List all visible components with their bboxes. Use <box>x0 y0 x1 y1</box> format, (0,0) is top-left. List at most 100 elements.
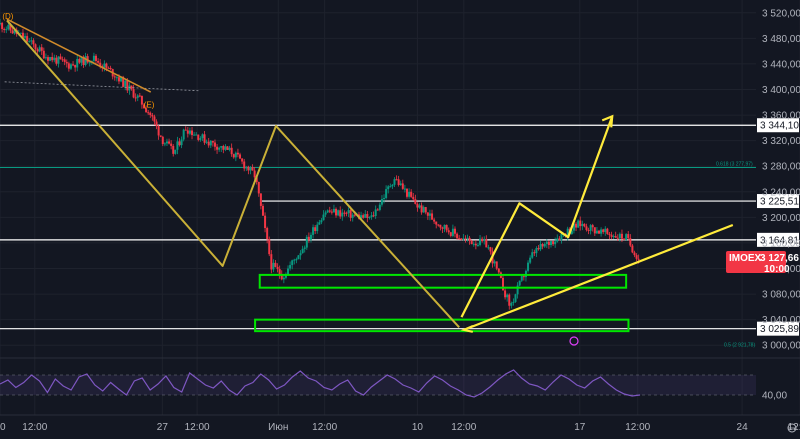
candle-body-126 <box>261 205 264 216</box>
candle-body-158 <box>328 210 331 212</box>
x-tick-9: 12:00 <box>625 422 650 433</box>
candle-body-15 <box>30 40 33 42</box>
candle-body-113 <box>234 152 237 158</box>
candle-body-122 <box>253 170 256 178</box>
candle-body-206 <box>428 213 431 216</box>
candle-body-298 <box>620 233 623 239</box>
candle-body-136 <box>282 277 285 280</box>
candle-body-19 <box>38 47 41 52</box>
candle-body-64 <box>132 89 135 98</box>
candle-body-299 <box>623 238 626 240</box>
candle-body-294 <box>612 236 615 238</box>
candle-body-263 <box>547 241 550 246</box>
candle-body-38 <box>78 58 81 63</box>
x-tick-8: 17 <box>574 422 586 433</box>
candle-body-88 <box>182 129 185 140</box>
candle-body-177 <box>368 216 371 218</box>
candle-body-286 <box>595 230 598 234</box>
candle-body-25 <box>51 56 54 61</box>
candle-body-182 <box>378 204 381 210</box>
candle-body-223 <box>464 238 467 240</box>
candle-body-168 <box>349 210 352 218</box>
candle-body-202 <box>420 205 423 213</box>
fib-label-0: 0.618 (3 277,97) <box>716 162 753 168</box>
candle-body-280 <box>583 223 586 227</box>
y-tick-7: 3 240,00 <box>762 187 800 198</box>
candle-body-131 <box>272 262 275 270</box>
candle-body-245 <box>510 303 513 306</box>
candle-body-239 <box>497 268 500 273</box>
candle-body-144 <box>299 253 302 256</box>
candle-body-194 <box>403 188 406 190</box>
candle-body-282 <box>587 229 590 231</box>
candle-body-35 <box>72 64 75 66</box>
candle-body-24 <box>49 56 52 61</box>
candle-body-91 <box>188 130 191 134</box>
candle-body-121 <box>251 166 254 171</box>
candle-body-284 <box>591 225 594 228</box>
candle-body-214 <box>445 224 448 231</box>
candle-body-17 <box>34 44 37 50</box>
candle-body-207 <box>431 213 434 220</box>
candle-body-36 <box>74 65 77 68</box>
candle-body-20 <box>40 47 43 51</box>
candle-body-119 <box>247 166 250 171</box>
y-tick-0: 3 520,00 <box>762 8 800 19</box>
x-tick-10: 24 <box>737 422 749 433</box>
candle-body-133 <box>276 266 279 270</box>
candle-body-134 <box>278 269 281 275</box>
candle-body-269 <box>560 233 563 241</box>
candle-body-155 <box>322 214 325 221</box>
candle-body-204 <box>424 207 427 213</box>
candle-body-212 <box>441 227 444 229</box>
candle-body-140 <box>291 260 294 266</box>
candle-body-221 <box>460 238 463 240</box>
candle-body-125 <box>259 193 262 206</box>
candle-body-108 <box>224 146 227 150</box>
candle-body-262 <box>545 241 548 244</box>
candle-body-190 <box>395 179 398 181</box>
candle-body-34 <box>69 64 72 69</box>
candle-body-260 <box>541 244 544 247</box>
candle-body-257 <box>535 248 538 254</box>
y-tick-9: 3 160,00 <box>762 238 800 249</box>
candle-body-305 <box>635 255 638 259</box>
candle-body-203 <box>422 207 425 213</box>
candle-body-233 <box>485 239 488 248</box>
candle-body-256 <box>533 252 536 254</box>
candle-body-56 <box>115 77 118 79</box>
candle-body-181 <box>376 209 379 211</box>
candle-body-87 <box>180 139 183 146</box>
candle-body-296 <box>616 237 619 239</box>
candle-body-80 <box>165 141 168 144</box>
candle-body-174 <box>362 215 365 218</box>
candle-body-210 <box>437 224 440 226</box>
y-tick-4: 3 360,00 <box>762 111 800 122</box>
candle-body-193 <box>401 183 404 189</box>
candle-body-109 <box>226 146 229 150</box>
candle-body-237 <box>493 261 496 264</box>
candle-body-55 <box>113 76 116 78</box>
candle-body-93 <box>193 134 196 136</box>
candle-body-79 <box>163 143 166 145</box>
candle-body-201 <box>418 205 421 208</box>
last-price-value: 3 127,66 <box>760 253 799 264</box>
candle-body-211 <box>439 224 442 228</box>
candle-body-151 <box>314 227 317 232</box>
candle-body-143 <box>297 255 300 260</box>
candle-body-32 <box>65 61 68 64</box>
candle-body-146 <box>303 247 306 249</box>
candle-body-278 <box>579 220 582 227</box>
candle-body-16 <box>32 40 35 45</box>
candle-body-222 <box>462 238 465 240</box>
candle-body-12 <box>24 36 27 38</box>
candle-body-300 <box>625 234 628 240</box>
candle-body-99 <box>205 141 208 143</box>
candle-body-218 <box>453 228 456 234</box>
candle-body-61 <box>126 80 129 91</box>
candle-body-27 <box>55 57 58 64</box>
y-tick-8: 3 200,00 <box>762 213 800 224</box>
x-tick-1: 12:00 <box>22 422 47 433</box>
candle-body-199 <box>414 199 417 204</box>
price-chart[interactable]: 0.618 (3 277,97)0.5 (2 921,78) 3 344,103… <box>0 0 800 439</box>
